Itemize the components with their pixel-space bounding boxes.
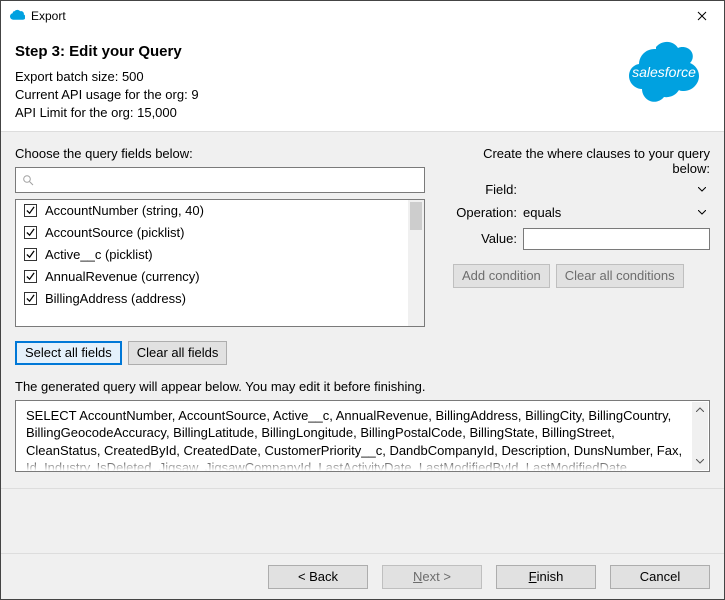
- field-label: BillingAddress (address): [45, 291, 186, 306]
- add-condition-button[interactable]: Add condition: [453, 264, 550, 288]
- wizard-footer: < Back Next > Finish Cancel: [1, 553, 724, 599]
- app-icon: [9, 8, 25, 24]
- list-item[interactable]: Active__c (picklist): [16, 244, 408, 266]
- query-scrollbar[interactable]: [692, 402, 708, 470]
- clear-conditions-button[interactable]: Clear all conditions: [556, 264, 684, 288]
- export-dialog: Export Step 3: Edit your Query Export ba…: [0, 0, 725, 600]
- next-button[interactable]: Next >: [382, 565, 482, 589]
- search-icon: [22, 174, 34, 186]
- list-item[interactable]: AccountSource (picklist): [16, 222, 408, 244]
- chevron-down-icon: [698, 210, 706, 215]
- generated-query-textarea[interactable]: SELECT AccountNumber, AccountSource, Act…: [15, 400, 710, 472]
- where-panel: Create the where clauses to your query b…: [453, 146, 710, 365]
- where-value-input[interactable]: [523, 228, 710, 250]
- field-label: AnnualRevenue (currency): [45, 269, 200, 284]
- where-operation-label: Operation:: [453, 205, 523, 220]
- api-limit-label: API Limit for the org: 15,000: [15, 104, 710, 122]
- close-button[interactable]: [679, 1, 724, 31]
- clear-all-fields-button[interactable]: Clear all fields: [128, 341, 228, 365]
- list-item[interactable]: BillingAddress (address): [16, 288, 408, 310]
- salesforce-logo: salesforce: [618, 39, 710, 106]
- api-usage-label: Current API usage for the org: 9: [15, 86, 710, 104]
- where-section-label: Create the where clauses to your query b…: [453, 146, 710, 176]
- checkbox-icon[interactable]: [24, 204, 37, 217]
- checkbox-icon[interactable]: [24, 270, 37, 283]
- wizard-header: Step 3: Edit your Query Export batch siz…: [1, 31, 724, 131]
- where-field-select[interactable]: [523, 187, 710, 192]
- field-label: AccountSource (picklist): [45, 225, 184, 240]
- field-search-input[interactable]: [15, 167, 425, 193]
- scroll-down-icon[interactable]: [692, 454, 708, 470]
- list-item[interactable]: AnnualRevenue (currency): [16, 266, 408, 288]
- step-title: Step 3: Edit your Query: [15, 43, 710, 60]
- finish-button[interactable]: Finish: [496, 565, 596, 589]
- where-field-label: Field:: [453, 182, 523, 197]
- batch-size-label: Export batch size: 500: [15, 68, 710, 86]
- where-value-label: Value:: [453, 231, 523, 246]
- checkbox-icon[interactable]: [24, 292, 37, 305]
- field-list: AccountNumber (string, 40) AccountSource…: [15, 199, 425, 327]
- generated-query-label: The generated query will appear below. Y…: [15, 379, 710, 394]
- select-all-fields-button[interactable]: Select all fields: [15, 341, 122, 365]
- where-operation-select[interactable]: equals: [523, 205, 710, 220]
- window-title: Export: [31, 9, 679, 23]
- checkbox-icon[interactable]: [24, 248, 37, 261]
- list-item[interactable]: AccountNumber (string, 40): [16, 200, 408, 222]
- titlebar: Export: [1, 1, 724, 31]
- back-button[interactable]: < Back: [268, 565, 368, 589]
- wizard-body: Choose the query fields below: AccountNu…: [1, 131, 724, 553]
- field-label: AccountNumber (string, 40): [45, 203, 204, 218]
- where-operation-value: equals: [523, 205, 561, 220]
- fields-section-label: Choose the query fields below:: [15, 146, 425, 161]
- svg-text:salesforce: salesforce: [632, 64, 696, 80]
- field-list-scrollbar[interactable]: [408, 200, 424, 326]
- fields-panel: Choose the query fields below: AccountNu…: [15, 146, 425, 365]
- field-label: Active__c (picklist): [45, 247, 153, 262]
- scroll-up-icon[interactable]: [692, 402, 708, 418]
- checkbox-icon[interactable]: [24, 226, 37, 239]
- chevron-down-icon: [698, 187, 706, 192]
- cancel-button[interactable]: Cancel: [610, 565, 710, 589]
